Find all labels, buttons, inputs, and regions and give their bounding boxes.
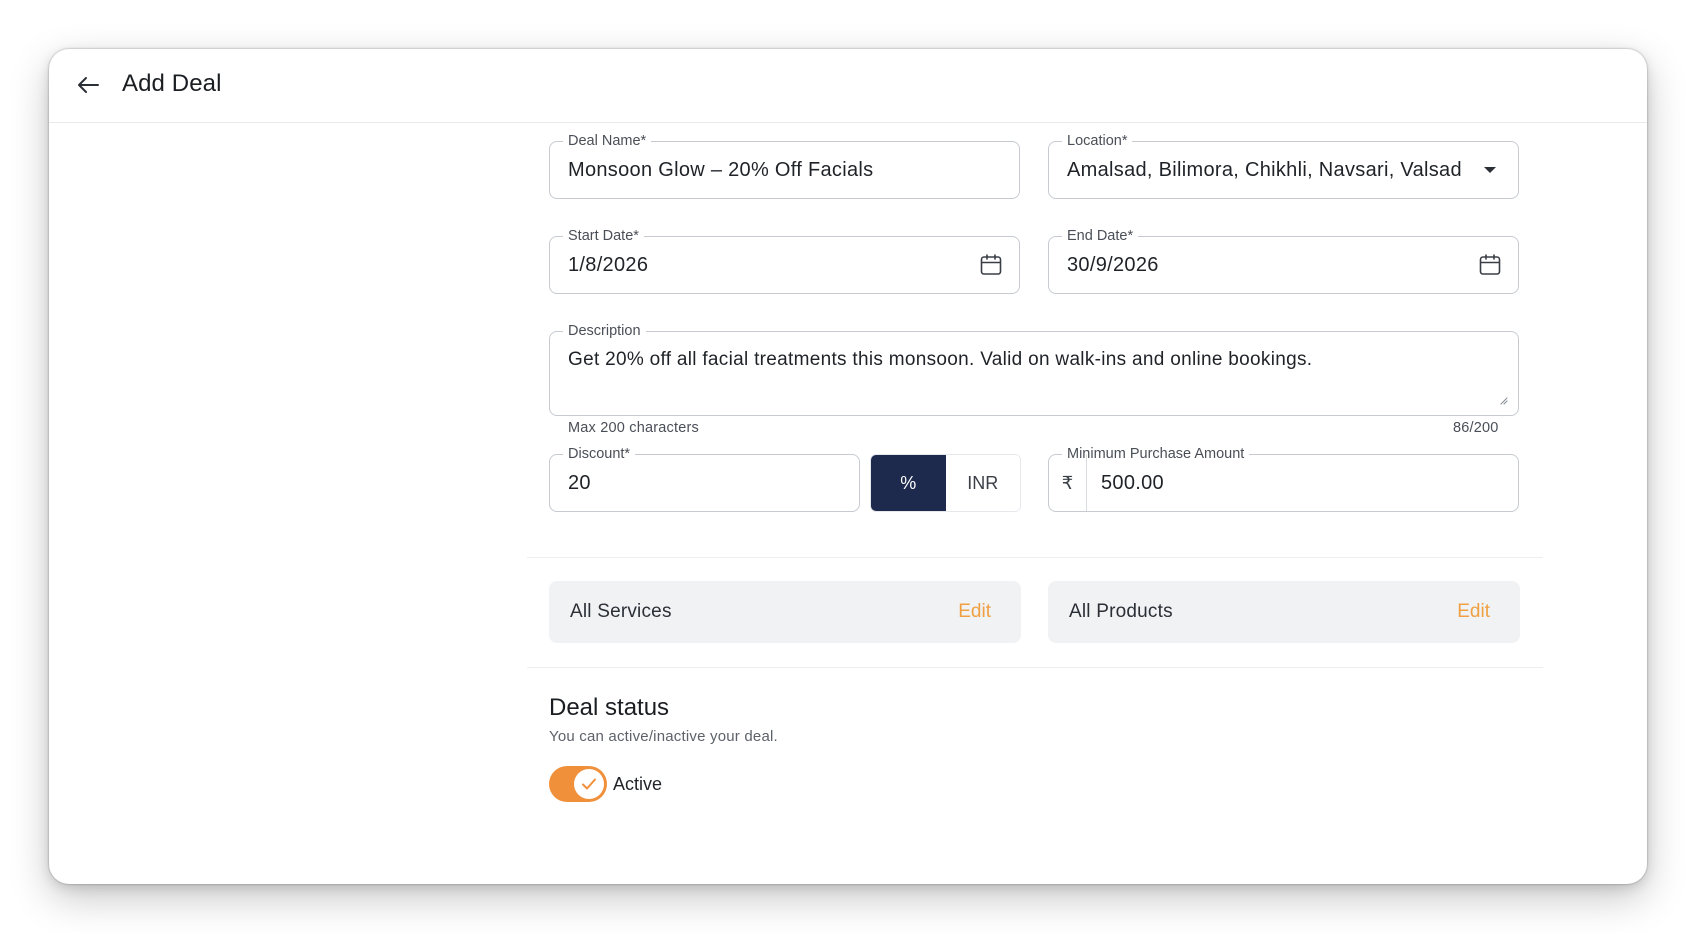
deal-status-switch[interactable]: [549, 766, 607, 802]
description-char-counter: 86/200: [1453, 420, 1499, 436]
page-header: Add Deal: [49, 49, 1647, 123]
location-select[interactable]: Location* Amalsad, Bilimora, Chikhli, Na…: [1048, 131, 1519, 199]
page-title: Add Deal: [122, 70, 222, 97]
description-value: Get 20% off all facial treatments this m…: [568, 349, 1313, 370]
edit-products-link[interactable]: Edit: [1457, 601, 1490, 623]
location-value: Amalsad, Bilimora, Chikhli, Navsari, Val…: [1067, 158, 1462, 181]
resize-grip-icon[interactable]: [1498, 395, 1508, 405]
discount-value: 20: [568, 471, 591, 494]
start-date-value: 1/8/2026: [568, 253, 649, 276]
deal-name-value: Monsoon Glow – 20% Off Facials: [568, 158, 874, 181]
section-divider: [527, 557, 1543, 558]
edit-services-link[interactable]: Edit: [958, 601, 991, 623]
end-date-field[interactable]: End Date* 30/9/2026: [1048, 226, 1519, 294]
discount-type-inr[interactable]: INR: [945, 455, 1020, 511]
deal-status-label: Active: [613, 774, 663, 794]
start-date-field[interactable]: Start Date* 1/8/2026: [549, 226, 1020, 294]
description-textarea[interactable]: Description Get 20% off all facial treat…: [549, 321, 1519, 416]
description-helper-text: Max 200 characters: [568, 420, 699, 436]
deal-name-field[interactable]: Deal Name* Monsoon Glow – 20% Off Facial…: [549, 131, 1020, 199]
description-label: Description: [563, 321, 646, 341]
deal-status-subtitle: You can active/inactive your deal.: [549, 728, 778, 745]
check-icon: [582, 778, 596, 790]
products-scope-card: All Products Edit: [1048, 581, 1520, 643]
end-date-value: 30/9/2026: [1067, 253, 1159, 276]
services-scope-label: All Services: [570, 601, 672, 622]
arrow-left-icon: [78, 77, 99, 93]
services-scope-card: All Services Edit: [549, 581, 1021, 643]
back-button[interactable]: [71, 68, 105, 102]
calendar-icon[interactable]: [1476, 251, 1504, 279]
discount-field[interactable]: Discount* 20: [549, 444, 860, 512]
products-scope-label: All Products: [1069, 601, 1173, 622]
deal-status-title: Deal status: [549, 694, 670, 721]
add-deal-window: Add Deal Deal Name* Monsoon Glow – 20% O…: [49, 49, 1647, 884]
section-divider: [527, 667, 1543, 668]
discount-type-toggle: % INR: [870, 454, 1021, 512]
caret-down-icon[interactable]: [1476, 156, 1504, 184]
discount-type-percent[interactable]: %: [871, 455, 946, 511]
calendar-icon[interactable]: [977, 251, 1005, 279]
min-purchase-field[interactable]: Minimum Purchase Amount ₹ 500.00: [1048, 444, 1519, 512]
rupee-prefix: ₹: [1049, 455, 1087, 511]
switch-knob: [574, 769, 604, 799]
min-purchase-value: 500.00: [1101, 471, 1164, 494]
